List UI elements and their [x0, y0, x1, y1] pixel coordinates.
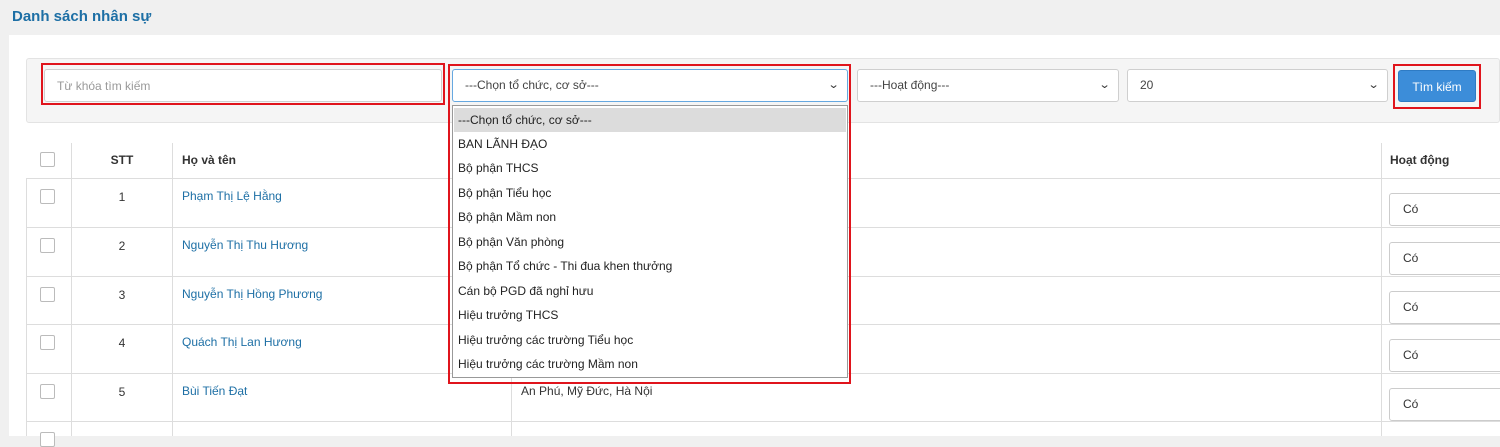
row-active-cell	[1382, 422, 1500, 436]
staff-name-link[interactable]: Phạm Thị Lệ Hằng	[182, 189, 282, 203]
row-name-cell	[173, 422, 512, 436]
org-option[interactable]: Bộ phận THCS	[454, 156, 846, 180]
row-stt-cell: 1	[72, 179, 173, 227]
row-checkbox[interactable]	[40, 384, 55, 399]
row-checkbox[interactable]	[40, 189, 55, 204]
search-button[interactable]: Tìm kiếm	[1398, 70, 1476, 102]
row-checkbox[interactable]	[40, 432, 55, 447]
active-status-select[interactable]: ---Hoạt động--- ⌄	[857, 69, 1119, 102]
row-stt-cell: 5	[72, 374, 173, 421]
org-option[interactable]: Bộ phận Văn phòng	[454, 230, 846, 254]
row-active-select[interactable]: Có	[1389, 193, 1500, 226]
row-stt-cell	[72, 422, 173, 436]
row-active-cell: Có	[1382, 277, 1500, 324]
table-row: 5 Bùi Tiến Đạt An Phú, Mỹ Đức, Hà Nội Có	[26, 374, 1500, 422]
row-active-cell: Có	[1382, 228, 1500, 276]
header-checkbox-cell	[26, 143, 72, 178]
row-active-select[interactable]: Có	[1389, 242, 1500, 275]
row-active-select[interactable]: Có	[1389, 339, 1500, 372]
org-option[interactable]: Bộ phận Tổ chức - Thi đua khen thưởng	[454, 254, 846, 278]
select-all-checkbox[interactable]	[40, 152, 55, 167]
row-checkbox-cell	[26, 325, 72, 373]
chevron-down-icon: ⌄	[1098, 79, 1111, 91]
header-active: Hoạt động	[1382, 143, 1500, 178]
page-title: Danh sách nhân sự	[12, 8, 152, 25]
page-size-select-value: 20	[1140, 78, 1154, 92]
row-active-select[interactable]: Có	[1389, 291, 1500, 324]
row-checkbox-cell	[26, 374, 72, 421]
page-size-select[interactable]: 20 ⌄	[1127, 69, 1388, 102]
keyword-search-input[interactable]	[57, 70, 429, 101]
row-checkbox[interactable]	[40, 335, 55, 350]
staff-name-link[interactable]: Quách Thị Lan Hương	[182, 335, 302, 349]
keyword-search-field[interactable]	[44, 69, 442, 102]
org-option[interactable]: Bộ phận Mầm non	[454, 205, 846, 229]
row-address-cell: An Phú, Mỹ Đức, Hà Nội	[512, 374, 1382, 421]
org-option[interactable]: BAN LÃNH ĐẠO	[454, 132, 846, 156]
org-select-dropdown: ---Chọn tổ chức, cơ sở--- BAN LÃNH ĐẠO B…	[452, 105, 848, 378]
row-stt: 4	[118, 336, 126, 350]
org-select-value: ---Chọn tổ chức, cơ sở---	[465, 78, 599, 92]
org-option[interactable]: ---Chọn tổ chức, cơ sở---	[454, 108, 846, 132]
org-option[interactable]: Hiệu trưởng THCS	[454, 303, 846, 327]
row-address-cell	[512, 422, 1382, 436]
staff-name-link[interactable]: Nguyễn Thị Hồng Phương	[182, 287, 322, 301]
row-checkbox-cell	[26, 179, 72, 227]
row-name-cell: Bùi Tiến Đạt	[173, 374, 512, 421]
org-option[interactable]: Bộ phận Tiểu học	[454, 181, 846, 205]
header-active-label: Hoạt động	[1390, 153, 1450, 167]
row-active-cell: Có	[1382, 374, 1500, 421]
header-stt: STT	[72, 143, 173, 178]
staff-name-link[interactable]: Nguyễn Thị Thu Hương	[182, 238, 308, 252]
chevron-down-icon: ⌄	[1367, 79, 1380, 91]
row-stt: 1	[118, 190, 126, 204]
org-select[interactable]: ---Chọn tổ chức, cơ sở--- ⌄	[452, 69, 848, 102]
row-active-cell: Có	[1382, 179, 1500, 227]
org-option[interactable]: Hiệu trưởng các trường Mầm non	[454, 352, 846, 376]
chevron-down-icon: ⌄	[827, 79, 840, 91]
row-active-select[interactable]: Có	[1389, 388, 1500, 421]
org-option[interactable]: Cán bộ PGD đã nghỉ hưu	[454, 279, 846, 303]
row-stt-cell: 3	[72, 277, 173, 324]
row-checkbox-cell	[26, 277, 72, 324]
active-status-select-value: ---Hoạt động---	[870, 78, 950, 92]
row-active-cell: Có	[1382, 325, 1500, 373]
table-row-partial	[26, 422, 1500, 447]
row-checkbox-cell	[26, 228, 72, 276]
row-address: An Phú, Mỹ Đức, Hà Nội	[521, 384, 653, 398]
row-checkbox-cell	[26, 422, 72, 447]
row-stt: 3	[118, 288, 126, 302]
row-checkbox[interactable]	[40, 238, 55, 253]
org-option[interactable]: Hiệu trưởng các trường Tiểu học	[454, 328, 846, 352]
row-stt-cell: 2	[72, 228, 173, 276]
header-name-label: Họ và tên	[182, 153, 237, 167]
row-checkbox[interactable]	[40, 287, 55, 302]
staff-name-link[interactable]: Bùi Tiến Đạt	[182, 384, 247, 398]
header-stt-label: STT	[110, 153, 134, 167]
row-stt: 5	[118, 385, 126, 399]
row-stt-cell: 4	[72, 325, 173, 373]
row-stt: 2	[118, 239, 126, 253]
